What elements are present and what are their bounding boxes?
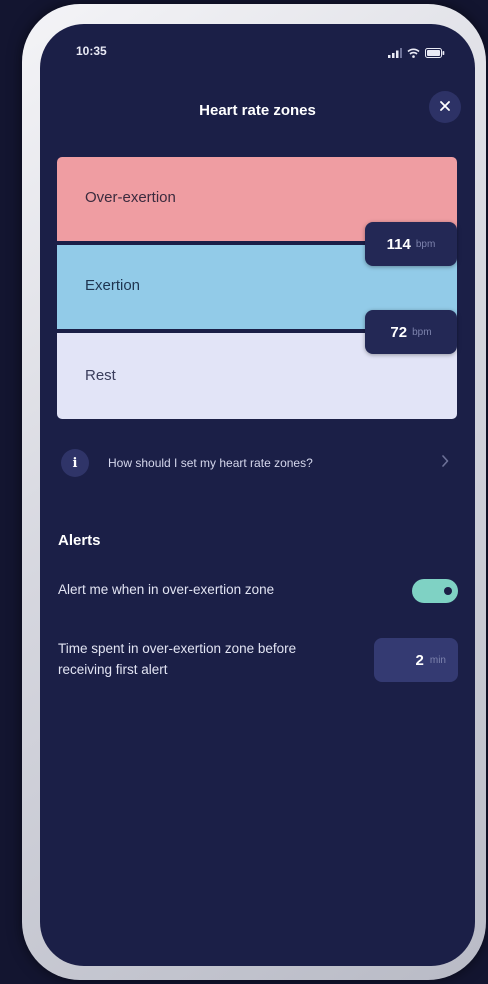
status-icons: [388, 45, 445, 63]
lower-threshold-badge[interactable]: 72 bpm: [365, 310, 457, 354]
alert-delay-value: 2: [415, 651, 424, 669]
battery-icon: [425, 45, 445, 63]
signal-icon: [388, 45, 402, 63]
wifi-icon: [407, 45, 420, 63]
help-link[interactable]: i How should I set my heart rate zones?: [57, 441, 457, 485]
alert-delay-row: Time spent in over-exertion zone before …: [58, 636, 458, 684]
close-button[interactable]: [429, 91, 461, 123]
chevron-right-icon: [441, 454, 449, 472]
zone-label: Exertion: [85, 277, 141, 294]
status-time: 10:35: [76, 44, 107, 58]
alerts-heading: Alerts: [58, 532, 101, 549]
phone-screen: 10:35 Heart rate zones Over-exertion Exe…: [40, 24, 475, 966]
threshold-value: 72: [390, 323, 408, 341]
alert-toggle-label: Alert me when in over-exertion zone: [58, 582, 275, 597]
close-icon: [440, 98, 450, 116]
zone-label: Over-exertion: [85, 189, 176, 206]
upper-threshold-badge[interactable]: 114 bpm: [365, 222, 457, 266]
alert-delay-unit: min: [429, 654, 446, 666]
alert-delay-input[interactable]: 2 min: [374, 638, 458, 682]
heart-rate-zones: Over-exertion Exertion Rest 114 bpm 72 b…: [57, 157, 457, 419]
info-icon: i: [61, 449, 89, 477]
page-title: Heart rate zones: [199, 102, 316, 119]
threshold-value: 114: [386, 235, 411, 253]
over-exertion-alert-toggle[interactable]: [412, 579, 458, 603]
threshold-unit: bpm: [412, 326, 432, 338]
threshold-unit: bpm: [415, 238, 436, 250]
zone-label: Rest: [85, 367, 116, 384]
status-bar: 10:35: [40, 24, 475, 74]
help-text: How should I set my heart rate zones?: [108, 456, 313, 470]
alert-delay-label: Time spent in over-exertion zone before …: [58, 641, 297, 677]
toggle-knob: [444, 587, 452, 595]
alert-toggle-row: Alert me when in over-exertion zone: [58, 574, 458, 608]
